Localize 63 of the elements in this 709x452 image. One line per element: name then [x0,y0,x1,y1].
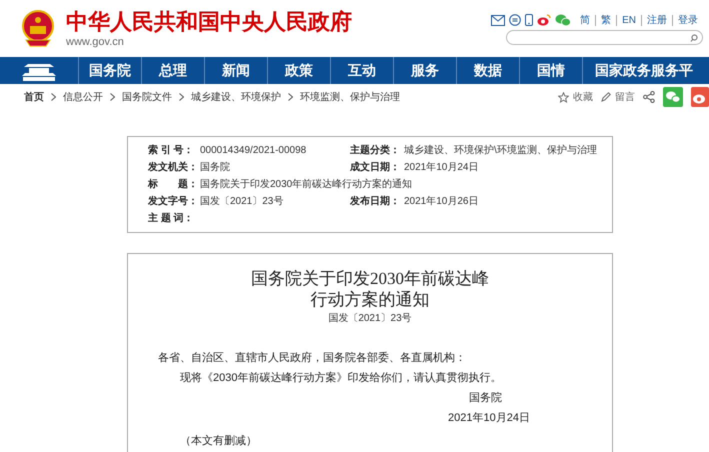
chevron-icon [51,93,56,101]
share-icon[interactable] [643,91,655,103]
nav-link[interactable]: 新闻 [204,57,267,84]
chevron-icon [179,93,184,101]
chat-bubbles-icon[interactable] [555,14,572,26]
field-value: 城乡建设、环境保护\环境监测、保护与治理 [404,144,598,158]
nav-link[interactable]: 总理 [141,57,204,84]
field-value: 2021年10月26日 [404,195,480,209]
nav-link[interactable]: 互动 [330,57,393,84]
site-domain: www.gov.cn [66,35,125,50]
field-label: 发布日期： [350,194,401,209]
field-label: 发文字号： [148,194,199,209]
field-label: 索 引 号： [148,144,195,158]
chat-bubble-icon[interactable] [509,14,522,26]
header-link[interactable]: EN [616,14,641,26]
search-field[interactable] [506,30,703,45]
breadcrumb-link[interactable]: 环境监测、保护与治理 [300,90,400,104]
eye-logo-icon[interactable] [537,14,552,26]
field-value: 000014349/2021-00098 [200,144,308,158]
field-label: 主 题 词： [148,211,195,226]
nav-link[interactable]: 国情 [519,57,582,84]
document-title-line: 国务院关于印发2030年前碳达峰 [250,268,490,289]
header-link[interactable]: 繁 [595,14,616,26]
document-number: 国发〔2021〕23号 [327,312,413,326]
emblem-logo [22,10,54,47]
nav-link[interactable]: 国家政务服务平 [582,57,709,84]
phone-icon[interactable] [525,14,534,26]
date-text: 2021年10月24日 [448,411,530,426]
field-label: 主题分类： [350,143,401,158]
chat-bubbles-icon[interactable] [663,87,683,107]
body-paragraph: 现将《2030年前碳达峰行动方案》印发给你们，请认真贯彻执行。 [179,370,502,386]
field-label: 标 题： [148,178,199,192]
signature-text: 国务院 [469,391,502,406]
field-label: 发文机关： [148,160,199,175]
mail-icon[interactable] [491,14,506,26]
eye-logo-icon[interactable] [691,87,709,107]
field-label: 成文日期： [350,160,401,175]
header-link[interactable]: 注册 [641,14,672,26]
nav-link[interactable]: 政策 [267,57,330,84]
header-link[interactable]: 简 [575,14,596,26]
toolbar-link[interactable]: 留言 [615,90,635,104]
note-text: （本文有删减） [180,435,257,447]
document-title-line: 行动方案的通知 [310,289,430,310]
field-value: 国发〔2021〕23号 [200,195,284,209]
field-value: 国务院关于印发2030年前碳达峰行动方案的通知 [200,178,414,192]
nav-link[interactable]: 国务院 [78,57,141,84]
breadcrumb-link[interactable]: 信息公开 [63,90,103,104]
nav-link[interactable]: 数据 [456,57,519,84]
header-link[interactable]: 登录 [672,14,703,26]
chevron-icon [110,93,115,101]
salutation-text: 各省、自治区、直辖市人民政府，国务院各部委、各直属机构： [158,350,467,366]
nav-link[interactable]: 服务 [393,57,456,84]
field-value: 国务院 [200,160,231,175]
breadcrumb-link[interactable]: 城乡建设、环境保护 [191,90,281,104]
field-value: 2021年10月24日 [404,161,480,175]
breadcrumb-link[interactable]: 首页 [24,90,44,104]
pencil-icon[interactable] [601,92,611,102]
site-title: 中华人民共和国中央人民政府 [66,10,352,34]
toolbar-link[interactable]: 收藏 [573,90,593,104]
search-icon[interactable] [690,34,698,42]
chevron-icon [288,93,293,101]
star-icon[interactable] [558,92,569,102]
breadcrumb-link[interactable]: 国务院文件 [122,90,172,104]
